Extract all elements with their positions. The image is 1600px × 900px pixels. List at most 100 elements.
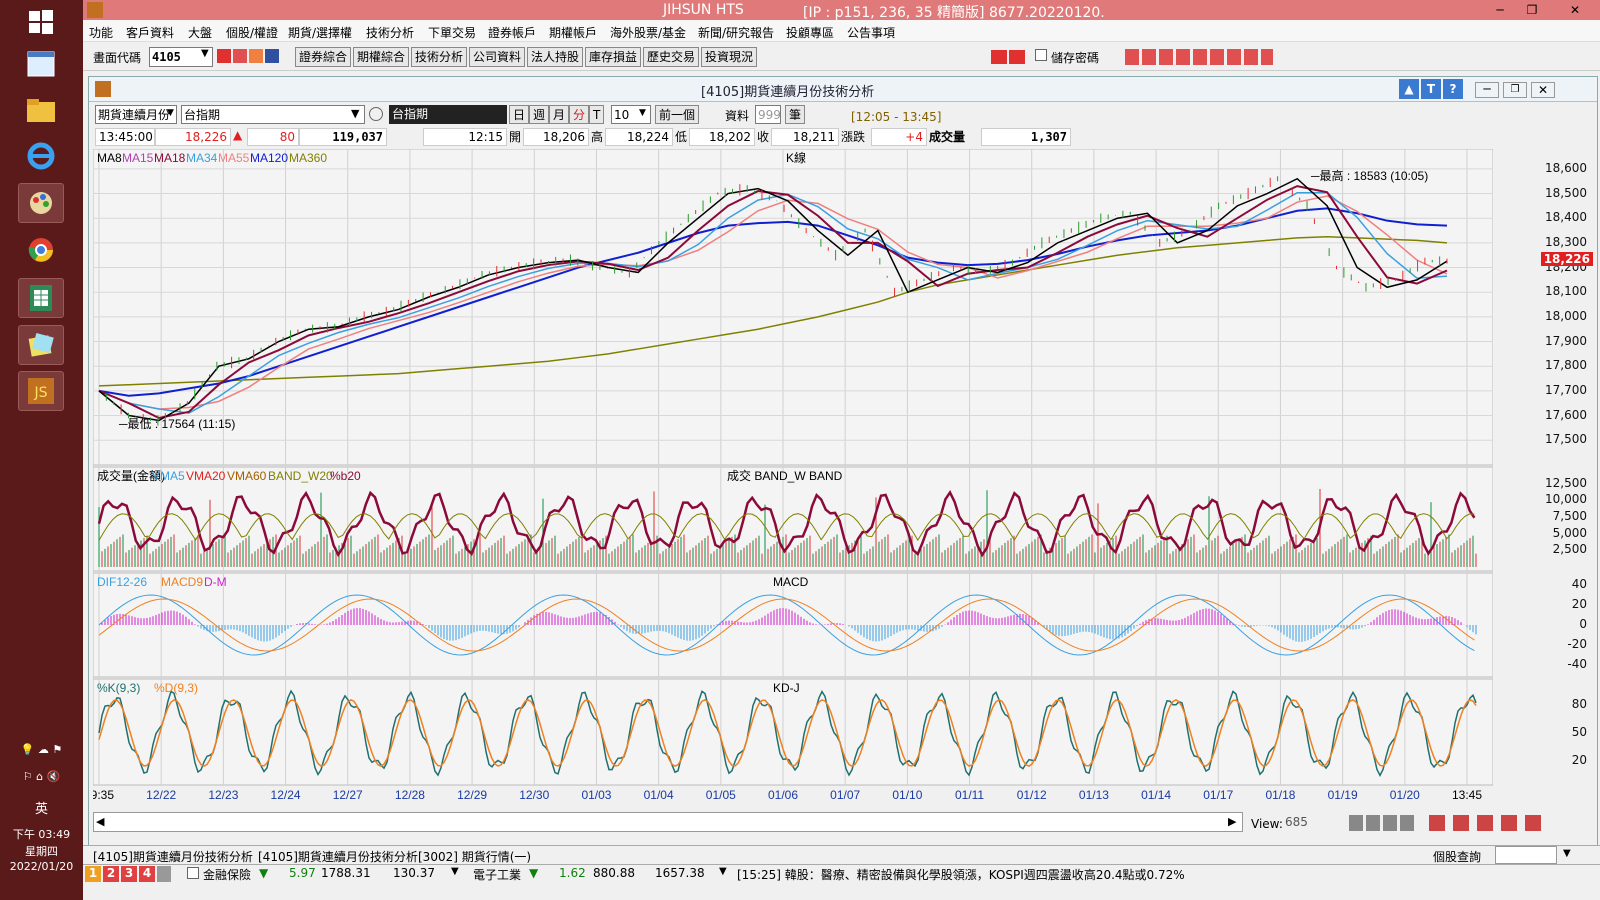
inventory-pnl-button[interactable]: 庫存損益 — [585, 47, 642, 67]
dropdown-icon[interactable] — [265, 49, 279, 63]
clock-time[interactable]: 下午 03:49 — [0, 826, 83, 842]
page-2-button[interactable]: 2 — [103, 866, 119, 882]
menu-item[interactable]: 功能 — [89, 24, 113, 41]
window-logo-icon — [95, 81, 111, 97]
close-icon[interactable]: ✕ — [1551, 0, 1599, 20]
chart-area[interactable]: 09:35 12/22 12/23 12/24 12/27 12/28 12/29 12/30… — [84, 148, 1494, 802]
tab-window-2[interactable]: [4105]期貨連續月份技術分析 — [258, 848, 418, 865]
ticker-item1-chg: 5.97 — [289, 866, 316, 880]
page-3-button[interactable]: 3 — [121, 866, 137, 882]
menu-item[interactable]: 海外股票/基金 — [610, 24, 686, 41]
index-chevron-icon[interactable]: ▼ — [351, 107, 359, 120]
search-icon[interactable] — [369, 107, 383, 121]
history-button[interactable]: 歷史交易 — [643, 47, 700, 67]
period-tick-button[interactable]: T — [589, 105, 605, 124]
securities-button[interactable]: 證券綜合 — [295, 47, 352, 67]
internet-explorer-icon[interactable] — [18, 136, 64, 176]
sticky-notes-icon[interactable] — [18, 325, 64, 365]
ticker-item2-chg: 1.62 — [559, 866, 586, 880]
page-1-button[interactable]: 1 — [85, 866, 101, 882]
os-taskbar: JS 💡 ☁ ⚑ ⚐ ⌂ 🔇 英 下午 03:49 星期四 2022/01/20 — [0, 0, 83, 900]
text-icon[interactable]: T — [1421, 79, 1441, 99]
chrome-icon[interactable] — [18, 230, 64, 270]
x-tick-label: 01/06 — [768, 788, 798, 801]
futures-options-button[interactable]: 期權綜合 — [353, 47, 410, 67]
next-icon[interactable] — [1009, 50, 1025, 64]
investment-status-button[interactable]: 投資現況 — [701, 47, 758, 67]
horizontal-scrollbar[interactable]: ◀ ▶ — [93, 812, 1243, 832]
chevron-down-icon[interactable]: ▼ — [201, 48, 209, 59]
unit-button[interactable]: 筆 — [785, 105, 806, 124]
search-icon[interactable] — [217, 49, 231, 63]
help-icon[interactable]: ? — [1443, 79, 1463, 99]
period-week-button[interactable]: 週 — [529, 105, 550, 124]
zoom-tools-icons[interactable] — [1349, 815, 1417, 831]
chart-tools-icons[interactable] — [1429, 815, 1549, 831]
lock-icon[interactable] — [157, 866, 171, 882]
period-month-button[interactable]: 月 — [549, 105, 570, 124]
index-select[interactable]: 台指期 — [181, 105, 365, 124]
ime-indicator[interactable]: 英 — [0, 798, 83, 817]
chart-svg[interactable]: 09:35 12/22 12/23 12/24 12/27 12/28 12/29 12/30… — [84, 148, 1494, 802]
windows-start-icon[interactable] — [18, 2, 64, 42]
institutional-button[interactable]: 法人持股 — [527, 47, 584, 67]
folder-icon[interactable] — [249, 49, 263, 63]
individual-query-label: 個股查詢 — [1433, 850, 1482, 864]
paint-app-icon[interactable] — [18, 183, 64, 223]
ticker-checkbox[interactable] — [187, 867, 199, 879]
prev-button[interactable]: 前一個 — [655, 105, 700, 124]
window-icon[interactable] — [233, 49, 247, 63]
product-select[interactable]: 期貨連續月份 — [95, 105, 177, 124]
inner-restore-icon[interactable]: ❐ — [1503, 82, 1527, 98]
menu-item[interactable]: 新聞/研究報告 — [698, 24, 774, 41]
save-password-checkbox[interactable] — [1035, 49, 1047, 61]
x-tick-label: 01/19 — [1328, 788, 1358, 801]
macd-legend-item: D-M — [204, 575, 227, 589]
minimize-icon[interactable]: ─ — [1485, 0, 1515, 20]
period-minute-button[interactable]: 分 — [569, 105, 590, 124]
menu-item[interactable]: 證券帳戶 — [488, 24, 536, 41]
jihsun-hts-icon[interactable]: JS — [18, 371, 64, 411]
data-count-input[interactable]: 999 — [755, 105, 781, 124]
cloud-icon[interactable]: ☁ — [38, 743, 49, 756]
menu-item[interactable]: 技術分析 — [366, 24, 414, 41]
menu-item[interactable]: 客戶資料 — [126, 24, 174, 41]
network-icon[interactable]: ⌂ — [36, 770, 43, 783]
price-axis-label: 17,500 — [1545, 432, 1587, 447]
minute-chevron-icon[interactable]: ▼ — [639, 108, 646, 118]
prev-icon[interactable] — [991, 50, 1007, 64]
period-day-button[interactable]: 日 — [509, 105, 530, 124]
tab-window-3[interactable]: [3002] 期貨行情(一) — [418, 848, 531, 865]
menu-item[interactable]: 公告事項 — [847, 24, 895, 41]
restore-icon[interactable]: ❐ — [1517, 0, 1547, 20]
menu-item[interactable]: 大盤 — [188, 24, 212, 41]
quick-tools-icons[interactable] — [1125, 49, 1273, 65]
window-app-icon[interactable] — [18, 44, 64, 84]
inner-close-icon[interactable]: ✕ — [1531, 82, 1555, 98]
query-chevron-icon[interactable]: ▼ — [1563, 848, 1571, 859]
company-info-button[interactable]: 公司資料 — [469, 47, 526, 67]
flag-icon[interactable]: ⚐ — [23, 770, 33, 783]
menu-item[interactable]: 投顧專區 — [786, 24, 834, 41]
technical-analysis-button[interactable]: 技術分析 — [411, 47, 468, 67]
ticker-chevron-icon[interactable]: ▼ — [451, 866, 459, 877]
inner-minimize-icon[interactable]: ─ — [1475, 82, 1499, 98]
scroll-left-icon[interactable]: ◀ — [96, 815, 104, 828]
ticker-chevron-2-icon[interactable]: ▼ — [719, 866, 727, 877]
menu-item[interactable]: 個股/權證 — [226, 24, 278, 41]
product-chevron-icon[interactable]: ▼ — [167, 108, 174, 118]
up-icon[interactable]: ▲ — [1399, 79, 1419, 99]
menu-item[interactable]: 期權帳戶 — [549, 24, 597, 41]
tab-window-1[interactable]: [4105]期貨連續月份技術分析 — [93, 848, 253, 865]
pdf-icon[interactable]: ⚑ — [52, 743, 62, 756]
individual-query-input[interactable] — [1495, 846, 1557, 864]
menu-item[interactable]: 下單交易 — [428, 24, 476, 41]
file-explorer-icon[interactable] — [18, 90, 64, 130]
spreadsheet-icon[interactable] — [18, 278, 64, 318]
volume-icon[interactable]: 🔇 — [47, 770, 61, 783]
news-ticker[interactable]: [15:25] 韓股：醫療、精密設備與化學股領漲，KOSPI週四震盪收高20.4… — [737, 866, 1185, 883]
page-4-button[interactable]: 4 — [139, 866, 155, 882]
bulb-icon[interactable]: 💡 — [21, 743, 35, 756]
scroll-right-icon[interactable]: ▶ — [1228, 815, 1236, 828]
menu-item[interactable]: 期貨/選擇權 — [288, 24, 352, 41]
